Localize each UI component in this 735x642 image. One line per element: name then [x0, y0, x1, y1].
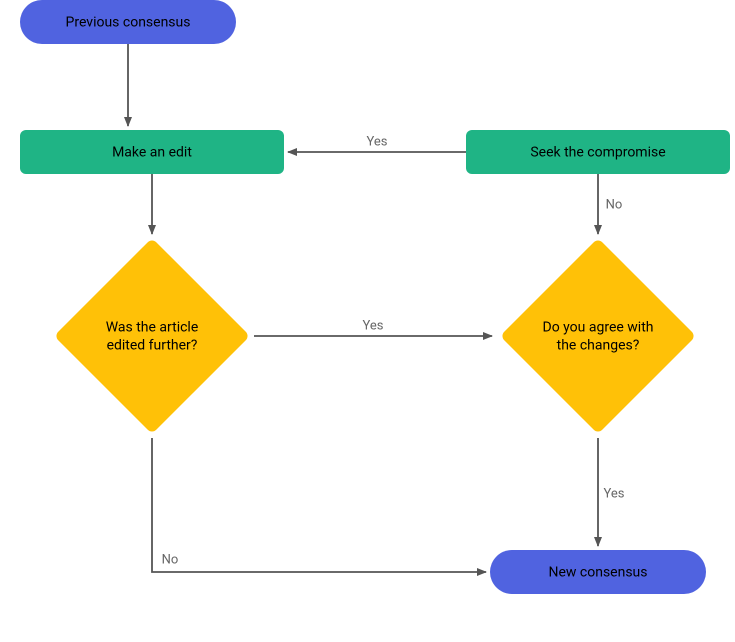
- edge-label: Yes: [604, 486, 625, 501]
- edge-label: Yes: [367, 134, 388, 149]
- node-previous-consensus: Previous consensus: [20, 0, 236, 44]
- node-make-edit: Make an edit: [20, 130, 284, 174]
- node-edited-further: Was the article edited further?: [54, 238, 250, 434]
- node-label-line1: Do you agree with: [543, 320, 654, 336]
- edge-agree-to-new: Yes: [598, 438, 625, 546]
- node-label: New consensus: [549, 565, 648, 581]
- edge-label: No: [162, 552, 179, 567]
- node-label-line1: Was the article: [106, 320, 199, 336]
- node-new-consensus: New consensus: [490, 550, 706, 594]
- node-label: Seek the compromise: [530, 145, 665, 161]
- edge-compromise-to-edit: Yes: [288, 134, 466, 152]
- node-label-line2: edited further?: [107, 338, 198, 354]
- node-seek-compromise: Seek the compromise: [466, 130, 730, 174]
- node-label-line2: the changes?: [557, 338, 640, 354]
- edge-label: Yes: [363, 318, 384, 333]
- node-label: Make an edit: [112, 145, 192, 161]
- edge-edited-to-new: No: [152, 438, 486, 572]
- node-label: Previous consensus: [66, 15, 191, 31]
- edge-label: No: [606, 197, 623, 212]
- flowchart-canvas: Yes No Yes No Yes Previous consensus Mak…: [0, 0, 735, 642]
- node-agree-changes: Do you agree with the changes?: [500, 238, 696, 434]
- edge-edited-to-agree: Yes: [254, 318, 492, 336]
- edge-compromise-to-agree: No: [598, 174, 622, 234]
